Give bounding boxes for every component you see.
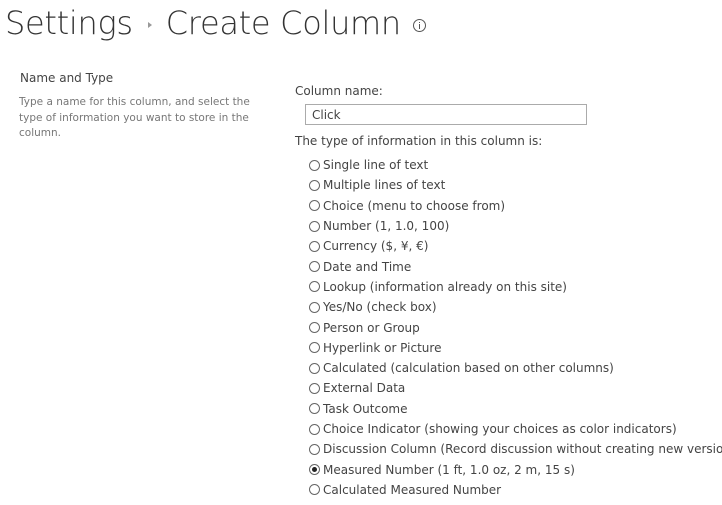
column-type-option[interactable]: Date and Time	[309, 256, 722, 276]
radio-unselected-icon[interactable]	[309, 322, 320, 334]
column-type-option[interactable]: Hyperlink or Picture	[309, 338, 722, 358]
radio-unselected-icon[interactable]	[309, 261, 320, 273]
column-type-label: Calculated Measured Number	[323, 482, 502, 497]
column-type-label: Discussion Column (Record discussion wit…	[323, 442, 722, 457]
radio-unselected-icon[interactable]	[309, 301, 320, 313]
column-type-option[interactable]: Choice (menu to choose from)	[309, 196, 722, 216]
column-type-option[interactable]: Calculated Measured Number	[309, 480, 722, 500]
radio-unselected-icon[interactable]	[309, 220, 320, 232]
column-type-label: External Data	[323, 381, 406, 396]
page-title: Create Column	[165, 4, 401, 42]
column-type-option[interactable]: Measured Number (1 ft, 1.0 oz, 2 m, 15 s…	[309, 459, 722, 479]
column-type-option[interactable]: Calculated (calculation based on other c…	[309, 358, 722, 378]
radio-unselected-icon[interactable]	[309, 281, 320, 293]
column-type-label: Number (1, 1.0, 100)	[323, 219, 450, 234]
column-type-label: Choice (menu to choose from)	[323, 198, 506, 213]
column-type-label: Measured Number (1 ft, 1.0 oz, 2 m, 15 s…	[323, 462, 575, 477]
radio-unselected-icon[interactable]	[309, 200, 320, 212]
column-type-label: Person or Group	[323, 320, 420, 335]
column-type-label: Hyperlink or Picture	[323, 340, 442, 355]
column-type-label: Multiple lines of text	[323, 178, 446, 193]
page-header: Settings Create Column	[5, 0, 426, 46]
column-type-option[interactable]: Task Outcome	[309, 399, 722, 419]
radio-unselected-icon[interactable]	[309, 362, 320, 374]
column-type-option[interactable]: Discussion Column (Record discussion wit…	[309, 439, 722, 459]
column-name-input[interactable]	[305, 104, 587, 125]
radio-unselected-icon[interactable]	[309, 240, 320, 252]
radio-unselected-icon[interactable]	[309, 159, 320, 171]
column-type-option[interactable]: Choice Indicator (showing your choices a…	[309, 419, 722, 439]
breadcrumb-arrow-icon	[147, 22, 152, 28]
column-type-option[interactable]: Number (1, 1.0, 100)	[309, 216, 722, 236]
info-icon[interactable]	[412, 18, 426, 32]
radio-unselected-icon[interactable]	[309, 403, 320, 415]
breadcrumb-settings-link[interactable]: Settings	[5, 4, 133, 42]
column-type-radio-group: Single line of text Multiple lines of tex…	[309, 155, 722, 500]
column-type-question: The type of information in this column i…	[295, 134, 543, 148]
column-type-option[interactable]: Lookup (information already on this site…	[309, 277, 722, 297]
column-name-label: Column name:	[295, 84, 383, 98]
column-type-option[interactable]: Multiple lines of text	[309, 175, 722, 195]
column-type-option[interactable]: Currency ($, ¥, €)	[309, 236, 722, 256]
column-type-label: Lookup (information already on this site…	[323, 279, 567, 294]
radio-unselected-icon[interactable]	[309, 179, 320, 191]
radio-unselected-icon[interactable]	[309, 443, 320, 455]
column-type-label: Choice Indicator (showing your choices a…	[323, 422, 677, 436]
column-type-label: Date and Time	[323, 259, 412, 274]
section-title: Name and Type	[20, 71, 114, 85]
radio-unselected-icon[interactable]	[309, 342, 320, 354]
column-type-label: Yes/No (check box)	[323, 300, 437, 315]
radio-unselected-icon[interactable]	[309, 484, 320, 496]
column-type-label: Calculated (calculation based on other c…	[323, 361, 614, 376]
column-type-option[interactable]: External Data	[309, 378, 722, 398]
column-type-option[interactable]: Yes/No (check box)	[309, 297, 722, 317]
column-type-option[interactable]: Single line of text	[309, 155, 722, 175]
radio-unselected-icon[interactable]	[309, 423, 320, 435]
column-type-label: Currency ($, ¥, €)	[323, 239, 429, 254]
column-type-label: Single line of text	[323, 158, 429, 173]
radio-unselected-icon[interactable]	[309, 382, 320, 394]
radio-selected-icon[interactable]	[309, 464, 320, 476]
section-description: Type a name for this column, and select …	[19, 96, 250, 139]
column-type-label: Task Outcome	[323, 401, 408, 416]
column-type-option[interactable]: Person or Group	[309, 317, 722, 337]
